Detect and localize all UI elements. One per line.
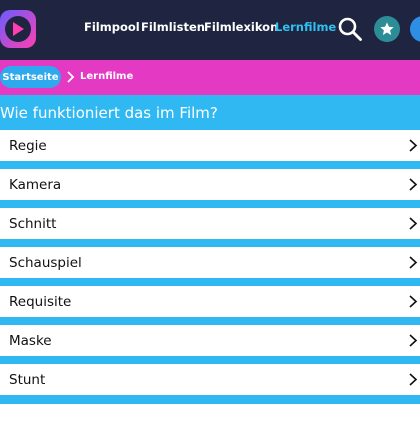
nav-item-lernfilme[interactable]: Lernfilme bbox=[275, 20, 336, 40]
list-item-maske[interactable]: Maske bbox=[0, 325, 420, 356]
list-item-label: Schauspiel bbox=[9, 254, 82, 271]
star-icon[interactable] bbox=[374, 16, 400, 42]
section-heading: Wie funktioniert das im Film? bbox=[0, 104, 218, 122]
chevron-right-icon bbox=[66, 69, 76, 83]
breadcrumb-current: Lernfilme bbox=[80, 71, 134, 82]
breadcrumb bbox=[0, 60, 420, 95]
play-logo-icon bbox=[5, 16, 31, 42]
chevron-right-icon bbox=[408, 177, 418, 192]
chevron-right-icon bbox=[408, 372, 418, 387]
list-item-regie[interactable]: Regie bbox=[0, 130, 420, 161]
nav-item-filmpool[interactable]: Filmpool bbox=[84, 20, 140, 40]
list-item-label: Maske bbox=[9, 332, 52, 349]
chevron-right-icon bbox=[408, 294, 418, 309]
nav-item-filmlexikon[interactable]: Filmlexikon bbox=[204, 20, 278, 40]
list-item-requisite[interactable]: Requisite bbox=[0, 286, 420, 317]
list-item-stunt[interactable]: Stunt bbox=[0, 364, 420, 395]
breadcrumb-home-link[interactable]: Startseite bbox=[0, 66, 61, 88]
chevron-right-icon bbox=[408, 138, 418, 153]
list-item-label: Stunt bbox=[9, 371, 46, 388]
search-icon[interactable] bbox=[337, 16, 363, 42]
logo[interactable] bbox=[0, 10, 36, 48]
chevron-right-icon bbox=[408, 255, 418, 270]
list-item-kamera[interactable]: Kamera bbox=[0, 169, 420, 200]
list-item-label: Regie bbox=[9, 137, 47, 154]
list-item-schnitt[interactable]: Schnitt bbox=[0, 208, 420, 239]
list-item-schauspiel[interactable]: Schauspiel bbox=[0, 247, 420, 278]
chevron-right-icon bbox=[408, 216, 418, 231]
list-item-label: Schnitt bbox=[9, 215, 57, 232]
nav-item-filmlisten[interactable]: Filmlisten bbox=[141, 20, 205, 40]
chevron-right-icon bbox=[408, 333, 418, 348]
list-item-label: Requisite bbox=[9, 293, 72, 310]
list-item-label: Kamera bbox=[9, 176, 62, 193]
